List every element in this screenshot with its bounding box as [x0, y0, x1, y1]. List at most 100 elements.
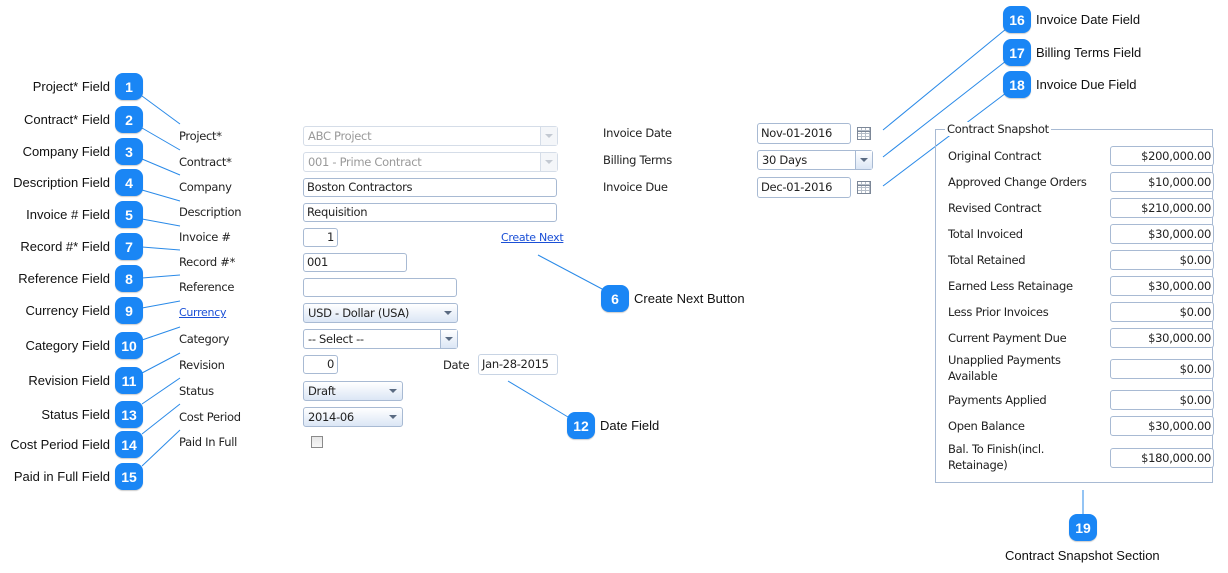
callout-badge-17: 17 — [1003, 39, 1031, 66]
snapshot-value[interactable]: $0.00 — [1110, 359, 1214, 379]
callout-4-text: Description Field — [13, 175, 110, 190]
snapshot-label: Total Invoiced — [948, 227, 1023, 241]
callout-2-text: Contract* Field — [24, 112, 110, 127]
callout-5-text: Invoice # Field — [26, 207, 110, 222]
record-no-input[interactable]: 001 — [303, 253, 407, 272]
leader-line-4 — [141, 189, 181, 202]
leader-line-11 — [141, 352, 181, 374]
callout-badge-5: 5 — [115, 201, 143, 228]
snapshot-value[interactable]: $200,000.00 — [1110, 146, 1214, 166]
callout-badge-10: 10 — [115, 332, 143, 359]
description-label: Description — [179, 205, 242, 219]
snapshot-value[interactable]: $0.00 — [1110, 390, 1214, 410]
callout-badge-11: 11 — [115, 367, 143, 394]
chevron-down-icon — [444, 311, 452, 315]
billing-terms-label: Billing Terms — [603, 153, 672, 167]
calendar-icon[interactable] — [857, 181, 871, 194]
callout-badge-19: 19 — [1069, 514, 1097, 541]
category-label: Category — [179, 332, 230, 346]
currency-link[interactable]: Currency — [179, 306, 226, 319]
category-select[interactable]: -- Select -- — [303, 329, 458, 349]
callout-14-text: Cost Period Field — [10, 437, 110, 452]
snapshot-value[interactable]: $180,000.00 — [1110, 448, 1214, 468]
callout-16-text: Invoice Date Field — [1036, 12, 1141, 27]
snapshot-value[interactable]: $210,000.00 — [1110, 198, 1214, 218]
snapshot-value[interactable]: $0.00 — [1110, 302, 1214, 322]
company-label: Company — [179, 180, 232, 194]
snapshot-label: Open Balance — [948, 419, 1025, 433]
chevron-down-icon[interactable] — [540, 153, 557, 171]
snapshot-label: Unapplied Payments Available — [948, 353, 1061, 383]
snapshot-value[interactable]: $30,000.00 — [1110, 224, 1214, 244]
snapshot-label: Approved Change Orders — [948, 175, 1087, 189]
invoice-due-input[interactable]: Dec-01-2016 — [757, 177, 851, 198]
snapshot-value[interactable]: $30,000.00 — [1110, 328, 1214, 348]
callout-badge-2: 2 — [115, 106, 143, 133]
snapshot-label: Earned Less Retainage — [948, 279, 1073, 293]
leader-line-8 — [141, 274, 181, 279]
date-input[interactable]: Jan-28-2015 — [478, 354, 558, 375]
leader-line-2 — [141, 127, 181, 151]
invoice-no-input[interactable]: 1 — [303, 228, 338, 247]
chevron-down-icon[interactable] — [440, 330, 457, 348]
paid-in-full-label: Paid In Full — [179, 435, 238, 449]
invoice-no-label: Invoice # — [179, 230, 231, 244]
cost-period-dropdown[interactable]: 2014-06 — [303, 407, 403, 427]
snapshot-value[interactable]: $30,000.00 — [1110, 416, 1214, 436]
contract-label: Contract* — [179, 155, 232, 169]
create-next-button[interactable]: Create Next — [501, 231, 564, 244]
revision-input[interactable]: 0 — [303, 355, 338, 374]
callout-badge-9: 9 — [115, 297, 143, 324]
callout-7-text: Record #* Field — [20, 239, 110, 254]
currency-dropdown[interactable]: USD - Dollar (USA) — [303, 303, 458, 323]
leader-line-5 — [141, 218, 181, 227]
callout-9-text: Currency Field — [25, 303, 110, 318]
callout-1-text: Project* Field — [32, 79, 110, 94]
snapshot-value[interactable]: $10,000.00 — [1110, 172, 1214, 192]
callout-12-text: Date Field — [600, 418, 660, 433]
snapshot-label: Bal. To Finish(incl. Retainage) — [948, 442, 1045, 472]
snapshot-label: Payments Applied — [948, 393, 1047, 407]
callout-badge-13: 13 — [115, 401, 143, 428]
leader-line-12 — [507, 380, 569, 418]
chevron-down-icon — [389, 389, 397, 393]
snapshot-label: Current Payment Due — [948, 331, 1067, 345]
leader-line-7 — [141, 246, 181, 251]
snapshot-value[interactable]: $30,000.00 — [1110, 276, 1214, 296]
snapshot-value[interactable]: $0.00 — [1110, 250, 1214, 270]
company-input[interactable]: Boston Contractors — [303, 178, 557, 197]
snapshot-label: Less Prior Invoices — [948, 305, 1049, 319]
callout-badge-15: 15 — [115, 463, 143, 490]
leader-line-13 — [141, 377, 181, 405]
callout-8-text: Reference Field — [18, 271, 110, 286]
leader-line-9 — [141, 300, 181, 309]
billing-terms-select[interactable]: 30 Days — [757, 150, 873, 170]
callout-badge-3: 3 — [115, 138, 143, 165]
status-dropdown[interactable]: Draft — [303, 381, 403, 401]
snapshot-label: Original Contract — [948, 149, 1042, 163]
chevron-down-icon[interactable] — [540, 127, 557, 145]
contract-value: 001 - Prime Contract — [308, 155, 422, 169]
callout-17-text: Billing Terms Field — [1036, 45, 1142, 60]
description-input[interactable]: Requisition — [303, 203, 557, 222]
invoice-due-label: Invoice Due — [603, 180, 668, 194]
invoice-date-input[interactable]: Nov-01-2016 — [757, 123, 851, 144]
calendar-icon[interactable] — [857, 127, 871, 140]
leader-line-14 — [141, 403, 181, 435]
revision-label: Revision — [179, 358, 225, 372]
leader-line-3 — [141, 158, 181, 176]
reference-label: Reference — [179, 280, 235, 294]
contract-snapshot-title: Contract Snapshot — [945, 122, 1051, 136]
chevron-down-icon[interactable] — [855, 151, 872, 169]
contract-select[interactable]: 001 - Prime Contract — [303, 152, 558, 172]
callout-19-text: Contract Snapshot Section — [1005, 548, 1160, 563]
project-select[interactable]: ABC Project — [303, 126, 558, 146]
project-label: Project* — [179, 129, 222, 143]
callout-badge-1: 1 — [115, 73, 143, 100]
reference-input[interactable] — [303, 278, 457, 297]
contract-snapshot-section: Contract Snapshot Original Contract $200… — [935, 122, 1214, 483]
leader-line-15 — [141, 429, 181, 467]
callout-badge-18: 18 — [1003, 71, 1031, 98]
leader-line-6 — [537, 254, 605, 291]
paid-in-full-checkbox[interactable] — [311, 436, 323, 448]
